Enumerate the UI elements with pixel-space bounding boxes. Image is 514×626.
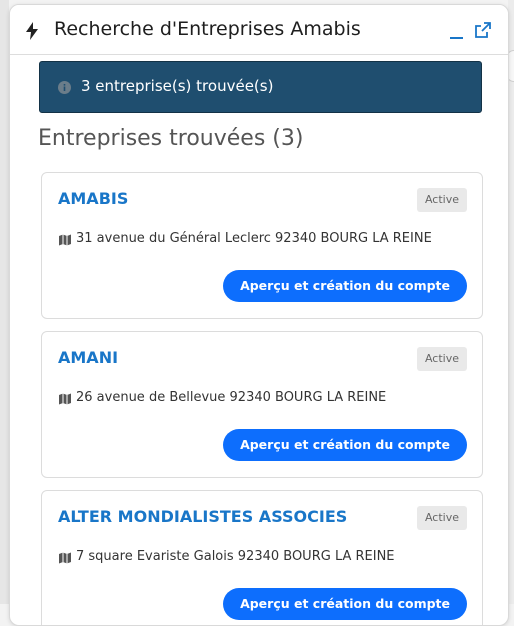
map-icon xyxy=(59,393,71,405)
popout-icon[interactable] xyxy=(475,22,491,38)
company-name-link[interactable]: AMANI xyxy=(58,348,118,367)
panel-header: Recherche d'Entreprises Amabis xyxy=(10,5,508,55)
status-badge: Active xyxy=(416,347,467,371)
map-icon xyxy=(59,552,71,564)
results-count-text: 3 entreprise(s) trouvée(s) xyxy=(81,77,274,95)
company-search-panel: Recherche d'Entreprises Amabis 3 entrepr… xyxy=(9,4,509,626)
section-title: Entreprises trouvées (3) xyxy=(38,126,304,151)
info-icon xyxy=(58,81,71,94)
panel-title: Recherche d'Entreprises Amabis xyxy=(54,18,361,40)
panel-content[interactable]: 3 entreprise(s) trouvée(s) Entreprises t… xyxy=(10,55,508,625)
status-badge: Active xyxy=(416,188,467,212)
company-address: 7 square Evariste Galois 92340 BOURG LA … xyxy=(76,549,395,564)
results-alert: 3 entreprise(s) trouvée(s) xyxy=(39,61,482,113)
minimize-icon[interactable] xyxy=(448,23,466,41)
background-window-edge xyxy=(0,0,9,604)
company-address: 26 avenue de Bellevue 92340 BOURG LA REI… xyxy=(76,390,387,405)
company-card: AMANI Active 26 avenue de Bellevue 92340… xyxy=(41,331,483,478)
company-card: AMABIS Active 31 avenue du Général Lecle… xyxy=(41,172,483,319)
status-badge: Active xyxy=(416,506,467,530)
bolt-icon xyxy=(26,22,38,40)
company-name-link[interactable]: AMABIS xyxy=(58,189,128,208)
company-address: 31 avenue du Général Leclerc 92340 BOURG… xyxy=(76,231,432,246)
preview-create-account-button[interactable]: Aperçu et création du compte xyxy=(223,429,467,461)
preview-create-account-button[interactable]: Aperçu et création du compte xyxy=(223,270,467,302)
map-icon xyxy=(59,234,71,246)
preview-create-account-button[interactable]: Aperçu et création du compte xyxy=(223,588,467,620)
company-card: ALTER MONDIALISTES ASSOCIES Active 7 squ… xyxy=(41,490,483,625)
company-name-link[interactable]: ALTER MONDIALISTES ASSOCIES xyxy=(58,507,347,526)
